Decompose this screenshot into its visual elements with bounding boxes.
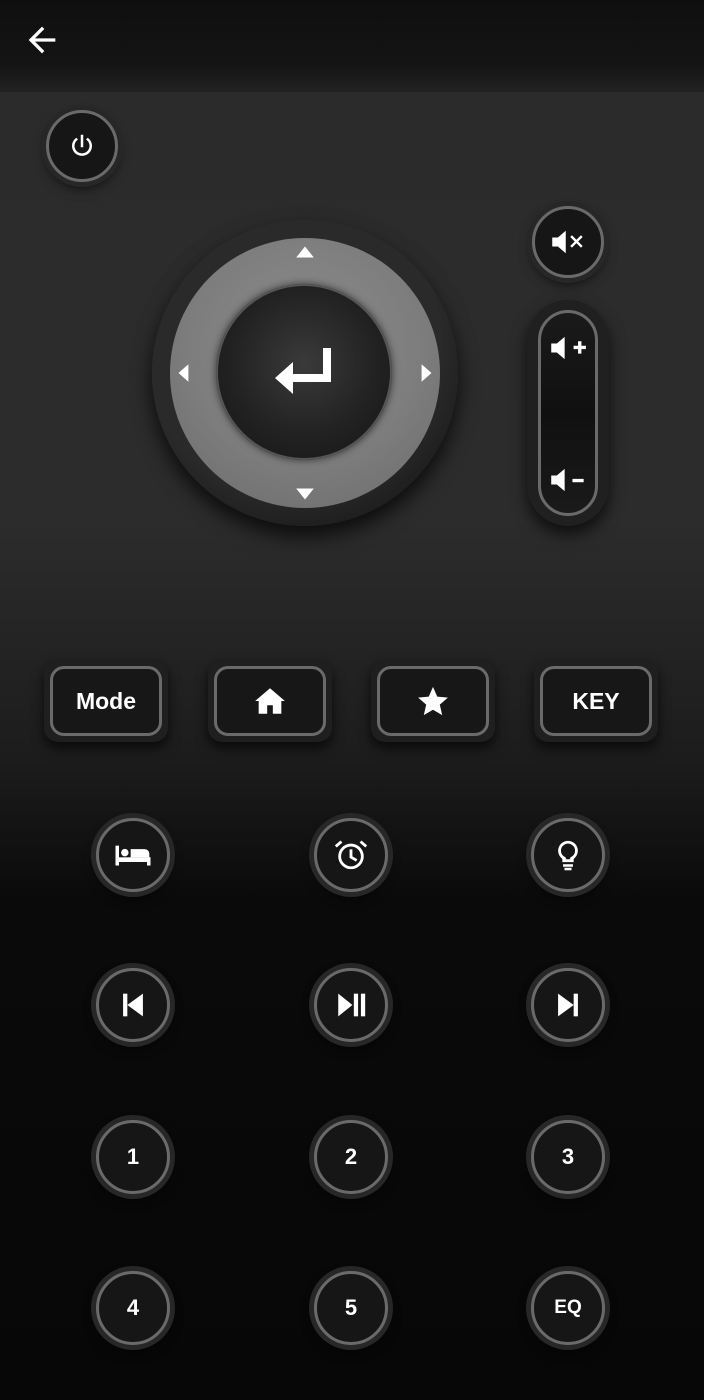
play-pause-icon [338,993,366,1017]
caret-down-icon [296,488,314,500]
light-bulb-icon [558,840,578,871]
skip-previous-icon [123,993,143,1017]
home-icon [255,688,285,714]
alarm-button[interactable] [314,818,388,892]
dpad-right-button[interactable] [406,353,446,393]
next-button[interactable] [531,968,605,1042]
eq-button[interactable]: EQ [531,1271,605,1345]
skip-next-icon [558,993,578,1017]
mode-button-bezel: Mode [44,660,168,742]
key-button[interactable]: KEY [540,666,652,736]
power-icon [72,134,92,156]
volume-up-button[interactable] [538,318,598,378]
number-2-button[interactable]: 2 [314,1120,388,1194]
key-label: KEY [572,687,620,714]
caret-right-icon [421,364,432,382]
number-1-button[interactable]: 1 [96,1120,170,1194]
power-button[interactable] [46,110,118,182]
home-button-bezel [208,660,332,742]
number-2-label: 2 [344,1144,358,1169]
enter-return-icon [275,348,331,394]
volume-mute-icon [552,230,583,254]
star-icon [418,686,448,716]
number-3-label: 3 [561,1144,575,1169]
mode-label: Mode [75,687,137,714]
previous-button[interactable] [96,968,170,1042]
top-bar [0,0,704,92]
mute-button[interactable] [532,206,604,278]
volume-down-icon [551,468,584,492]
favorite-button[interactable] [377,666,489,736]
key-button-bezel: KEY [534,660,658,742]
dpad-up-button[interactable] [285,232,325,272]
favorite-button-bezel [371,660,495,742]
bed-icon [115,845,151,866]
mode-button[interactable]: Mode [50,666,162,736]
arrow-left-icon [28,26,56,54]
play-pause-button[interactable] [314,968,388,1042]
caret-up-icon [296,246,314,258]
caret-left-icon [178,364,189,382]
volume-up-icon [551,336,586,360]
volume-down-button[interactable] [538,450,598,510]
light-button[interactable] [531,818,605,892]
number-4-label: 4 [126,1295,140,1320]
sleep-button[interactable] [96,818,170,892]
number-3-button[interactable]: 3 [531,1120,605,1194]
dpad-ok-button[interactable] [216,284,392,460]
eq-label: EQ [554,1297,582,1318]
number-4-button[interactable]: 4 [96,1271,170,1345]
dpad-left-button[interactable] [164,353,204,393]
number-5-label: 5 [344,1295,358,1320]
back-button[interactable] [12,12,72,68]
number-5-button[interactable]: 5 [314,1271,388,1345]
number-1-label: 1 [126,1144,140,1169]
remote-control-screen: Mode KEY 1 2 3 4 5 EQ [0,0,704,1400]
dpad-down-button[interactable] [285,474,325,514]
home-button[interactable] [214,666,326,736]
alarm-clock-icon [334,840,368,870]
